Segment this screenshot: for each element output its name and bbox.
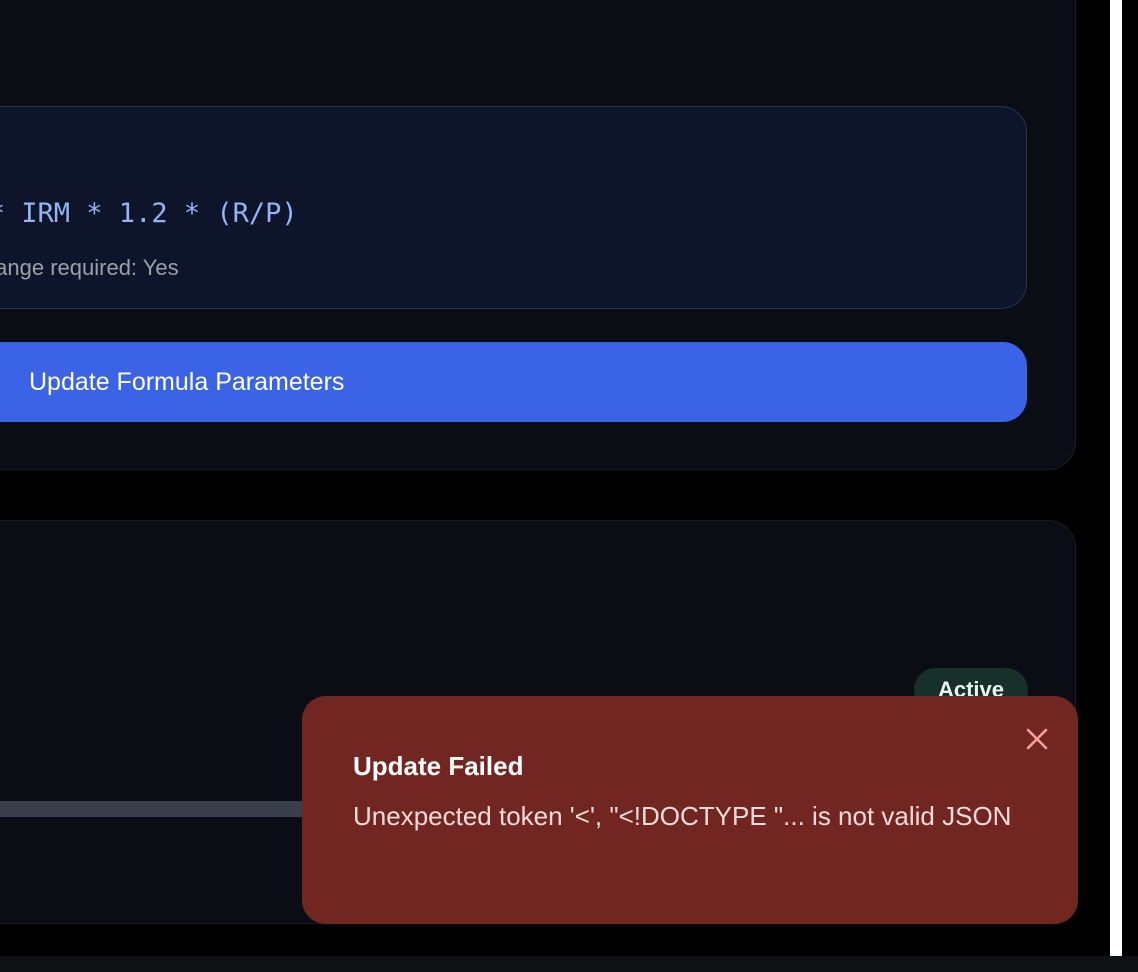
formula-meta-text: a • In-range required: Yes — [0, 255, 179, 280]
formula-expression: )) * IRM * 1.2 * (R/P) — [0, 198, 298, 229]
app-viewport: )) * IRM * 1.2 * (R/P) a • In-range requ… — [0, 0, 1110, 956]
toast-title: Update Failed — [353, 751, 524, 781]
update-formula-parameters-button[interactable]: Update Formula Parameters — [0, 342, 1027, 422]
toast-message: Unexpected token '<', "<!DOCTYPE "... is… — [353, 801, 1012, 831]
bottom-edge — [0, 956, 1138, 972]
error-toast: Update Failed Unexpected token '<', "<!D… — [302, 696, 1078, 924]
scrollbar-track[interactable] — [1110, 0, 1122, 956]
close-icon — [1026, 728, 1048, 750]
toast-close-button[interactable] — [1020, 722, 1054, 756]
window-edge — [1122, 0, 1138, 956]
